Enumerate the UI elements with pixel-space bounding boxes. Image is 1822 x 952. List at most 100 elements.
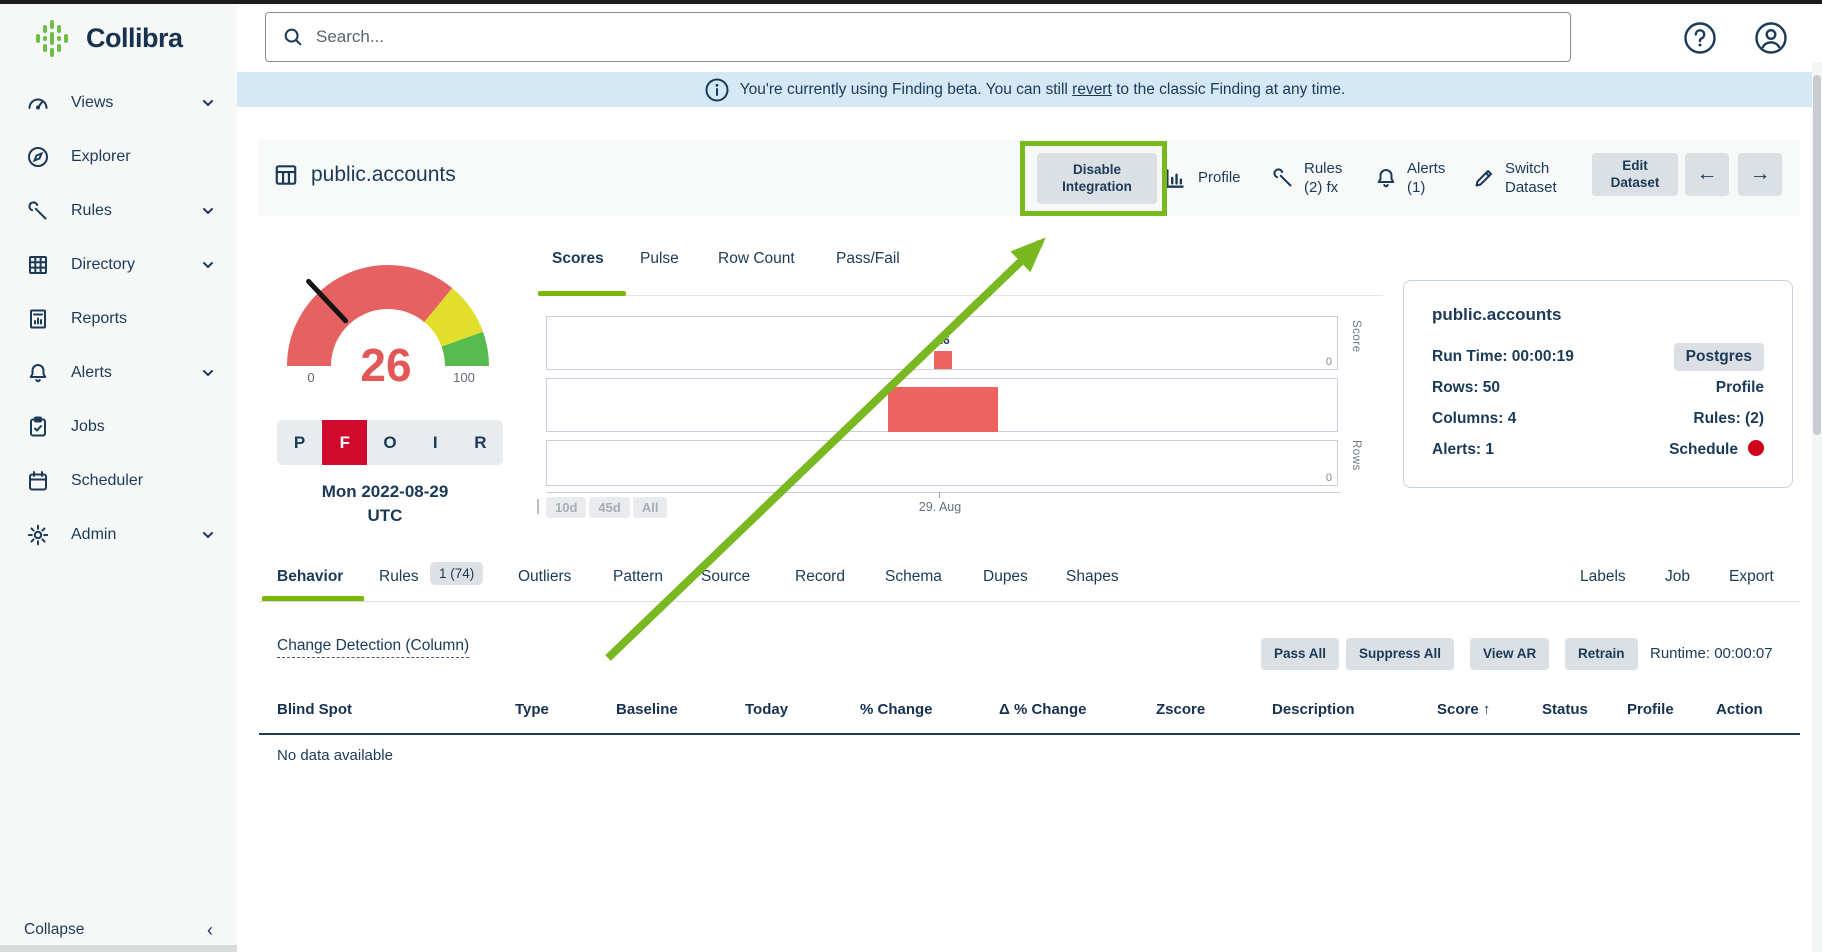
sidebar-item-label: Scheduler	[71, 472, 143, 490]
sidebar-item-label: Explorer	[71, 148, 131, 166]
profile-action[interactable]: Profile	[1163, 154, 1241, 202]
schedule-status[interactable]: Schedule	[1669, 440, 1764, 459]
collibra-logo[interactable]: Collibra	[30, 16, 183, 60]
tab-pass-fail[interactable]: Pass/Fail	[836, 250, 900, 268]
disable-integration-button[interactable]: Disable Integration	[1037, 153, 1157, 204]
chart-zoom-buttons: 10d 45d All	[546, 497, 667, 518]
tab-pattern[interactable]: Pattern	[613, 568, 663, 586]
connection-badge[interactable]: Postgres	[1674, 343, 1764, 371]
sidebar-item-scheduler[interactable]: Scheduler	[0, 464, 237, 498]
app-window: Collibra Views Explorer	[0, 0, 1822, 952]
tab-schema[interactable]: Schema	[885, 568, 942, 586]
previous-dataset-button[interactable]: ←	[1685, 153, 1729, 196]
schedule-status-dot	[1748, 440, 1764, 456]
tab-dupes[interactable]: Dupes	[983, 568, 1028, 586]
tab-divider	[538, 295, 1383, 296]
col-score-sortable[interactable]: Score ↑	[1437, 701, 1490, 718]
sidebar-scrollbar[interactable]	[0, 945, 237, 952]
rules-count[interactable]: Rules: (2)	[1693, 410, 1764, 428]
tab-export[interactable]: Export	[1729, 568, 1774, 586]
col-status: Status	[1542, 701, 1588, 718]
suppress-all-button[interactable]: Suppress All	[1346, 638, 1454, 670]
sidebar-item-rules[interactable]: Rules	[0, 194, 237, 228]
col-today: Today	[745, 701, 788, 718]
next-dataset-button[interactable]: →	[1738, 153, 1782, 196]
zoom-10d-button[interactable]: 10d	[546, 497, 586, 518]
switch-line1: Switch	[1505, 160, 1549, 177]
chevron-down-icon	[201, 366, 215, 380]
search-input[interactable]	[316, 27, 1516, 47]
pfoir-p[interactable]: P	[277, 420, 322, 465]
pfoir-f-active[interactable]: F	[322, 420, 367, 465]
revert-link[interactable]: revert	[1072, 81, 1112, 98]
empty-table-message: No data available	[277, 747, 393, 764]
wrench-icon	[26, 198, 52, 224]
sidebar-item-admin[interactable]: Admin	[0, 518, 237, 552]
switch-dataset-action[interactable]: SwitchDataset	[1472, 154, 1557, 202]
switch-dataset-label: SwitchDataset	[1505, 159, 1557, 198]
tab-pulse[interactable]: Pulse	[640, 250, 679, 268]
tab-rules[interactable]: Rules	[379, 568, 419, 586]
banner-text-before: You're currently using Finding beta. You…	[740, 81, 1072, 98]
sidebar: Collibra Views Explorer	[0, 4, 237, 952]
gauge-max-label: 100	[442, 370, 486, 385]
chevron-down-icon	[201, 96, 215, 110]
retrain-button[interactable]: Retrain	[1565, 638, 1638, 670]
sidebar-item-alerts[interactable]: Alerts	[0, 356, 237, 390]
sidebar-item-directory[interactable]: Directory	[0, 248, 237, 282]
tab-source[interactable]: Source	[701, 568, 750, 586]
col-type: Type	[515, 701, 549, 718]
pfoir-r[interactable]: R	[458, 420, 503, 465]
schedule-label: Schedule	[1669, 441, 1738, 458]
sidebar-item-reports[interactable]: Reports	[0, 302, 237, 336]
detail-tabs-divider	[259, 601, 1800, 602]
disable-integration-line1: Disable	[1073, 162, 1121, 177]
bar-chart-icon	[1163, 165, 1189, 191]
collibra-logo-icon	[30, 16, 74, 60]
zoom-all-button[interactable]: All	[633, 497, 668, 518]
info-icon	[704, 77, 730, 103]
tab-job[interactable]: Job	[1665, 568, 1690, 586]
change-detection-link[interactable]: Change Detection (Column)	[277, 637, 469, 658]
edit-dataset-button[interactable]: Edit Dataset	[1592, 153, 1678, 196]
help-button[interactable]	[1681, 19, 1719, 57]
tab-record[interactable]: Record	[795, 568, 845, 586]
sidebar-item-explorer[interactable]: Explorer	[0, 140, 237, 174]
tab-shapes[interactable]: Shapes	[1066, 568, 1119, 586]
alerts-line1: Alerts	[1407, 160, 1445, 177]
sidebar-item-jobs[interactable]: Jobs	[0, 410, 237, 444]
tab-row-count[interactable]: Row Count	[718, 250, 795, 268]
page-scrollbar-thumb[interactable]	[1813, 75, 1821, 435]
alerts-action[interactable]: Alerts(1)	[1374, 154, 1445, 202]
tab-labels[interactable]: Labels	[1580, 568, 1626, 586]
score-bar[interactable]	[934, 351, 952, 369]
chevron-left-icon: ‹	[207, 920, 213, 941]
rules-line2: (2) fx	[1304, 179, 1338, 196]
tab-outliers[interactable]: Outliers	[518, 568, 571, 586]
beta-banner: You're currently using Finding beta. You…	[237, 72, 1812, 107]
account-icon	[1753, 20, 1789, 56]
rows-bar[interactable]	[888, 387, 998, 432]
run-date: Mon 2022-08-29	[259, 482, 511, 502]
pencil-icon	[1472, 166, 1496, 190]
navigator-handle[interactable]	[537, 499, 539, 514]
sort-up-icon: ↑	[1483, 701, 1491, 718]
profile-link[interactable]: Profile	[1716, 379, 1764, 397]
pfoir-o[interactable]: O	[367, 420, 412, 465]
chart-x-axis	[546, 492, 1340, 493]
dataset-info-card: public.accounts Run Time: 00:00:19 Postg…	[1403, 280, 1793, 488]
view-ar-button[interactable]: View AR	[1470, 638, 1549, 670]
zoom-45d-button[interactable]: 45d	[589, 497, 629, 518]
pass-all-button[interactable]: Pass All	[1261, 638, 1339, 670]
profile-action-label: Profile	[1198, 168, 1241, 188]
rules-action[interactable]: Rules(2) fx	[1271, 154, 1342, 202]
account-button[interactable]	[1752, 19, 1790, 57]
tab-behavior[interactable]: Behavior	[277, 568, 343, 586]
sidebar-collapse-button[interactable]: Collapse ‹	[0, 914, 237, 945]
chevron-down-icon	[201, 204, 215, 218]
pfoir-i[interactable]: I	[413, 420, 458, 465]
rules-tab-badge[interactable]: 1 (74)	[430, 562, 483, 585]
page-title: public.accounts	[311, 163, 456, 187]
tab-scores[interactable]: Scores	[552, 250, 604, 268]
sidebar-item-views[interactable]: Views	[0, 86, 237, 120]
